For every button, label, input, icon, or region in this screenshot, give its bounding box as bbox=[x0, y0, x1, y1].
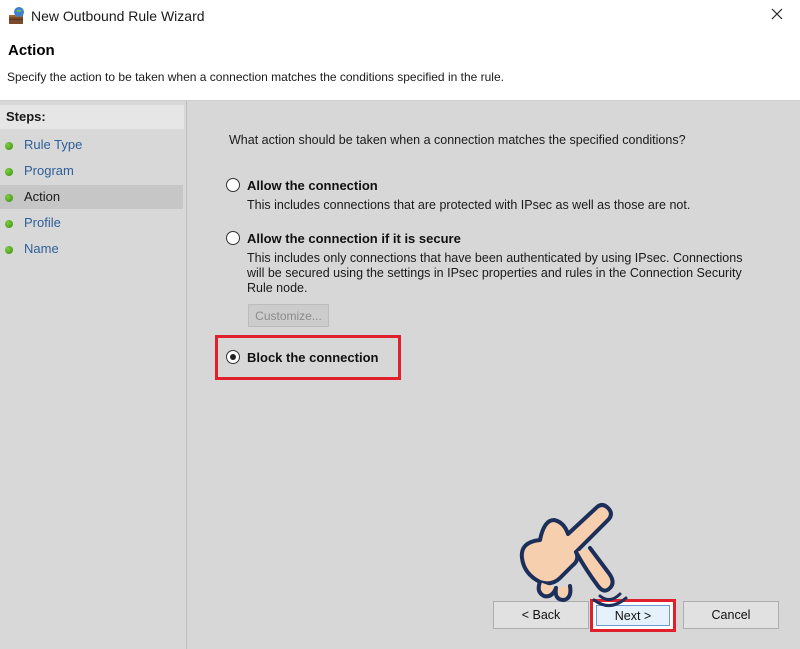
steps-label: Steps: bbox=[0, 105, 184, 129]
block-connection-radio[interactable] bbox=[226, 350, 240, 364]
step-label: Program bbox=[24, 163, 74, 178]
step-profile[interactable]: Profile bbox=[0, 211, 183, 235]
allow-if-secure-description-line1: This includes only connections that have… bbox=[247, 251, 743, 265]
customize-button[interactable]: Customize... bbox=[248, 304, 329, 327]
green-dot-icon bbox=[5, 246, 13, 254]
block-connection-label[interactable]: Block the connection bbox=[247, 350, 378, 365]
allow-if-secure-radio[interactable] bbox=[226, 231, 240, 245]
title-bar: New Outbound Rule Wizard bbox=[0, 0, 800, 32]
step-label: Profile bbox=[24, 215, 61, 230]
main-panel: What action should be taken when a conne… bbox=[187, 101, 800, 649]
step-action[interactable]: Action bbox=[0, 185, 183, 209]
page-title: Action bbox=[8, 42, 55, 59]
step-rule-type[interactable]: Rule Type bbox=[0, 133, 183, 157]
allow-if-secure-label[interactable]: Allow the connection if it is secure bbox=[247, 231, 461, 246]
step-program[interactable]: Program bbox=[0, 159, 183, 183]
allow-connection-radio[interactable] bbox=[226, 178, 240, 192]
firewall-wizard-icon bbox=[7, 6, 27, 26]
green-dot-icon bbox=[5, 220, 13, 228]
wizard-header: Action Specify the action to be taken wh… bbox=[0, 32, 800, 101]
step-label: Action bbox=[24, 189, 61, 204]
allow-connection-label[interactable]: Allow the connection bbox=[247, 178, 378, 193]
step-name[interactable]: Name bbox=[0, 237, 183, 261]
cancel-button[interactable]: Cancel bbox=[683, 601, 779, 629]
steps-panel: Steps: Rule Type Program Action Profile … bbox=[0, 101, 187, 649]
green-dot-icon bbox=[5, 168, 13, 176]
action-question: What action should be taken when a conne… bbox=[229, 133, 686, 147]
close-button[interactable] bbox=[754, 0, 800, 32]
step-label: Rule Type bbox=[24, 137, 83, 152]
allow-if-secure-description-line2: will be secured using the settings in IP… bbox=[247, 266, 742, 280]
green-dot-icon bbox=[5, 142, 13, 150]
window-title: New Outbound Rule Wizard bbox=[31, 8, 205, 24]
green-dot-icon bbox=[5, 194, 13, 202]
allow-if-secure-description-line3: Rule node. bbox=[247, 281, 308, 295]
page-subtitle: Specify the action to be taken when a co… bbox=[7, 70, 504, 84]
hand-pointer-icon bbox=[510, 500, 635, 610]
close-icon bbox=[771, 7, 783, 25]
allow-connection-description: This includes connections that are prote… bbox=[247, 198, 691, 212]
step-label: Name bbox=[24, 241, 59, 256]
